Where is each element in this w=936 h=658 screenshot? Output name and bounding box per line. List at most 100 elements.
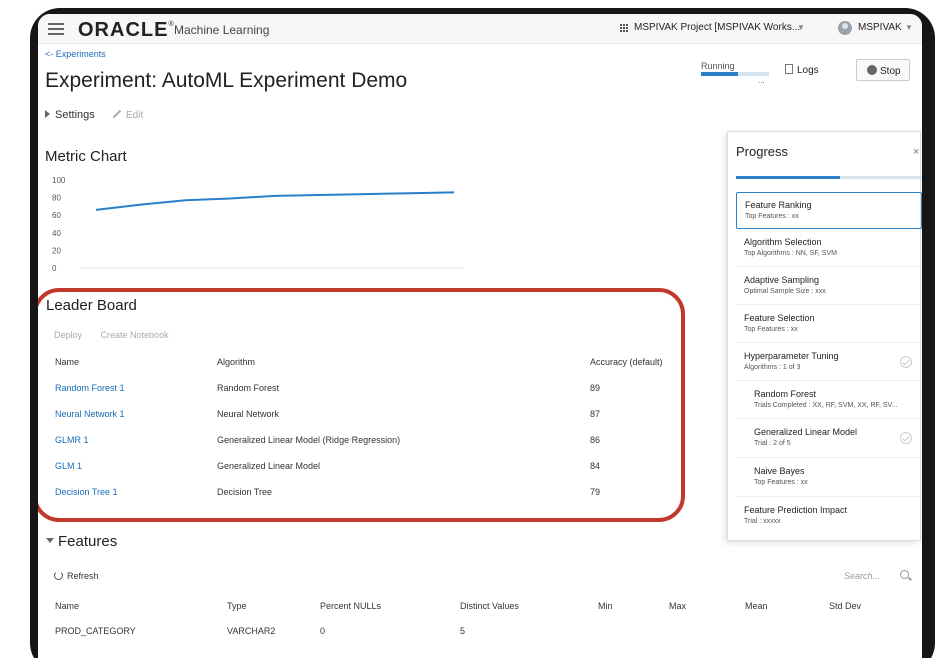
model-accuracy: 89 xyxy=(590,383,601,393)
pencil-icon xyxy=(112,109,122,119)
column-header-percent-nulls[interactable]: Percent NULLs xyxy=(320,601,381,611)
progress-step-hyperparameter-tuning[interactable]: Hyperparameter Tuning Algorithms : 1 of … xyxy=(736,344,922,381)
settings-toggle[interactable]: Settings xyxy=(45,109,95,121)
features-search-input[interactable]: Search... xyxy=(844,571,880,581)
progress-step-adaptive-sampling[interactable]: Adaptive Sampling Optimal Sample Size : … xyxy=(736,268,922,305)
user-menu[interactable]: MSPIVAK xyxy=(858,22,902,33)
table-row[interactable]: GLMR 1 Generalized Linear Model (Ridge R… xyxy=(55,432,685,458)
feature-type: VARCHAR2 xyxy=(227,626,276,636)
feature-percent-nulls: 0 xyxy=(320,626,326,636)
document-icon xyxy=(785,64,793,74)
refresh-label: Refresh xyxy=(67,571,99,581)
model-accuracy: 87 xyxy=(590,409,601,419)
leader-board-title: Leader Board xyxy=(46,297,137,314)
model-algorithm: Neural Network xyxy=(217,409,280,419)
features-title: Features xyxy=(58,533,118,550)
status-progress-fill xyxy=(701,72,739,76)
column-header-mean[interactable]: Mean xyxy=(745,601,768,611)
model-name-link[interactable]: Random Forest 1 xyxy=(55,383,125,393)
edit-button[interactable]: Edit xyxy=(112,109,144,121)
step-title: Adaptive Sampling xyxy=(744,275,820,285)
step-title: Naive Bayes xyxy=(754,466,805,476)
column-header-max[interactable]: Max xyxy=(669,601,686,611)
feature-name: PROD_CATEGORY xyxy=(55,626,136,636)
refresh-icon xyxy=(54,571,63,580)
back-to-experiments-link[interactable]: <- Experiments xyxy=(45,49,106,59)
product-name: Machine Learning xyxy=(174,23,270,37)
check-circle-icon xyxy=(900,432,912,444)
model-accuracy: 84 xyxy=(590,461,601,471)
step-title: Generalized Linear Model xyxy=(754,427,858,437)
brand-name: ORACLE xyxy=(78,19,169,41)
column-header-distinct-values[interactable]: Distinct Values xyxy=(460,601,519,611)
deploy-button[interactable]: Deploy xyxy=(54,330,82,340)
model-name-link[interactable]: Decision Tree 1 xyxy=(55,487,118,497)
stop-button[interactable]: Stop xyxy=(856,59,910,81)
step-title: Algorithm Selection xyxy=(744,237,822,247)
step-title: Feature Prediction Impact xyxy=(744,505,848,515)
search-icon[interactable] xyxy=(900,570,909,579)
chevron-down-icon[interactable]: ▼ xyxy=(797,23,805,32)
project-selector[interactable]: MSPIVAK Project [MSPIVAK Works... xyxy=(634,22,800,33)
table-row[interactable]: Neural Network 1 Neural Network 87 xyxy=(55,406,685,432)
settings-label: Settings xyxy=(55,109,95,121)
step-subtitle: Algorithms : 1 of 3 xyxy=(744,364,801,371)
step-subtitle: Trial : 2 of 5 xyxy=(754,440,791,447)
model-algorithm: Random Forest xyxy=(217,383,280,393)
leader-board-table: Name Algorithm Accuracy (default) Random… xyxy=(55,354,685,510)
step-subtitle: Trials Completed : XX, RF, SVM, XX, RF, … xyxy=(754,402,898,409)
model-name-link[interactable]: GLM 1 xyxy=(55,461,82,471)
column-header-algorithm[interactable]: Algorithm xyxy=(217,357,255,367)
progress-substep-naive-bayes[interactable]: Naive Bayes Top Features : xx xyxy=(736,459,922,497)
step-subtitle: Top Features : xx xyxy=(744,326,798,333)
leader-board-header-row: Name Algorithm Accuracy (default) xyxy=(55,354,685,380)
progress-step-feature-ranking[interactable]: Feature Ranking Top Features : xx xyxy=(736,192,922,229)
grid-icon xyxy=(620,24,629,33)
model-name-link[interactable]: Neural Network 1 xyxy=(55,409,125,419)
y-tick-label: 100 xyxy=(52,176,66,185)
column-header-accuracy[interactable]: Accuracy (default) xyxy=(590,357,663,367)
progress-step-feature-prediction-impact[interactable]: Feature Prediction Impact Trial : xxxxx xyxy=(736,498,922,535)
user-avatar-icon[interactable] xyxy=(838,21,852,35)
progress-step-algorithm-selection[interactable]: Algorithm Selection Top Algorithms : NN,… xyxy=(736,230,922,267)
column-header-name[interactable]: Name xyxy=(55,357,79,367)
column-header-std-dev[interactable]: Std Dev xyxy=(829,601,861,611)
metric-chart-title: Metric Chart xyxy=(45,148,127,165)
step-subtitle: Top Algorithms : NN, SF, SVM xyxy=(744,250,837,257)
table-row[interactable]: Decision Tree 1 Decision Tree 79 xyxy=(55,484,685,510)
edit-label: Edit xyxy=(126,110,144,121)
step-title: Feature Ranking xyxy=(745,200,812,210)
create-notebook-button[interactable]: Create Notebook xyxy=(101,330,169,340)
model-accuracy: 79 xyxy=(590,487,601,497)
table-row[interactable]: GLM 1 Generalized Linear Model 84 xyxy=(55,458,685,484)
model-accuracy: 86 xyxy=(590,435,601,445)
metric-chart: 100 80 60 40 20 0 xyxy=(52,176,464,273)
check-circle-icon xyxy=(900,356,912,368)
step-title: Hyperparameter Tuning xyxy=(744,351,839,361)
accuracy-series-line xyxy=(95,191,455,211)
step-subtitle: Optimal Sample Size : xxx xyxy=(744,288,826,295)
progress-bar xyxy=(736,176,922,179)
column-header-type[interactable]: Type xyxy=(227,601,247,611)
app-header: ORACLE® Machine Learning MSPIVAK Project… xyxy=(38,14,922,44)
features-toggle[interactable]: Features xyxy=(46,533,117,550)
step-subtitle: Trial : xxxxx xyxy=(744,518,781,525)
logs-button[interactable]: Logs xyxy=(785,64,819,76)
step-subtitle: Top Features : xx xyxy=(754,479,808,486)
progress-substep-generalized-linear-model[interactable]: Generalized Linear Model Trial : 2 of 5 xyxy=(736,420,922,458)
refresh-button[interactable]: Refresh xyxy=(54,571,99,581)
table-row[interactable]: PROD_CATEGORY VARCHAR2 0 5 xyxy=(55,626,895,640)
model-name-link[interactable]: GLMR 1 xyxy=(55,435,89,445)
close-icon[interactable]: × xyxy=(913,146,919,158)
progress-substep-random-forest[interactable]: Random Forest Trials Completed : XX, RF,… xyxy=(736,382,922,419)
chevron-down-icon[interactable]: ▼ xyxy=(905,23,913,32)
table-row[interactable]: Random Forest 1 Random Forest 89 xyxy=(55,380,685,406)
page-title: Experiment: AutoML Experiment Demo xyxy=(45,69,408,92)
column-header-name[interactable]: Name xyxy=(55,601,79,611)
caret-down-icon xyxy=(46,538,54,543)
column-header-min[interactable]: Min xyxy=(598,601,613,611)
y-tick-label: 0 xyxy=(52,264,57,273)
hamburger-menu-icon[interactable] xyxy=(48,23,64,35)
progress-step-feature-selection[interactable]: Feature Selection Top Features : xx xyxy=(736,306,922,343)
y-tick-label: 60 xyxy=(52,211,61,220)
